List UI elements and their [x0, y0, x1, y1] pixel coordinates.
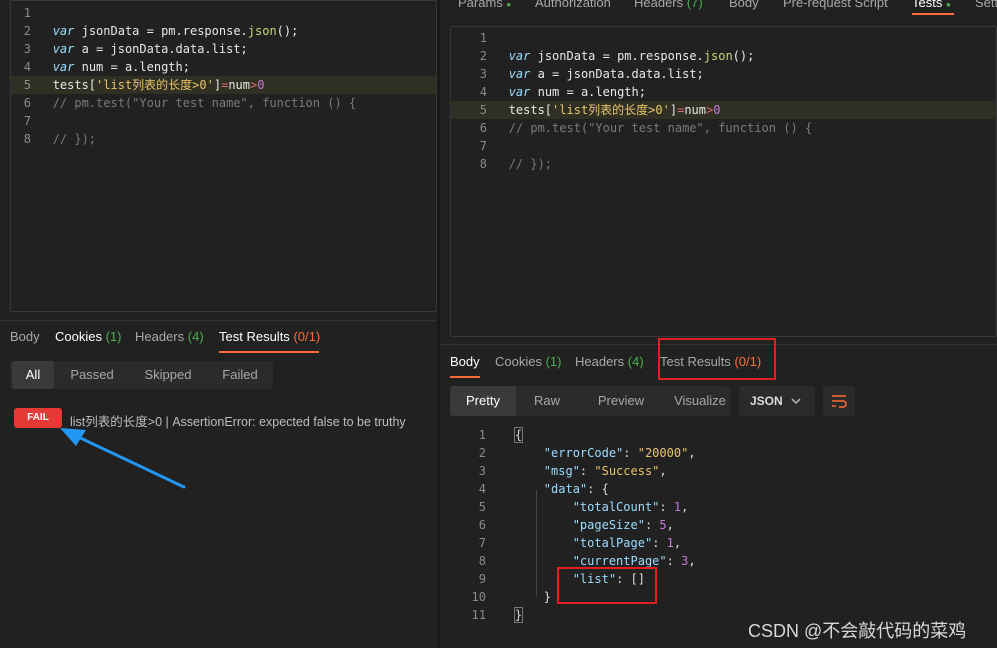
response-json-viewer[interactable]: 1 { 2 "errorCode": "20000", 3 "msg": "Su… [440, 426, 997, 626]
right-pane: Params ● Authorization Headers (7) Body … [440, 0, 997, 648]
filter-failed[interactable]: Failed [214, 361, 266, 389]
tab-params[interactable]: Params ● [458, 0, 511, 10]
tests-tab-underline [912, 13, 954, 15]
code-line-7: 7 [479, 139, 487, 153]
tab-cookies[interactable]: Cookies (1) [55, 329, 121, 344]
view-preview[interactable]: Preview [586, 386, 656, 416]
json-line: 6 "pageSize": 5, [478, 518, 674, 532]
json-line: 4 "data": { [478, 482, 609, 496]
tab-headers[interactable]: Headers (4) [135, 329, 204, 344]
wrap-lines-icon [832, 395, 847, 408]
tab-authorization[interactable]: Authorization [535, 0, 611, 10]
code-line-3: 3 var a = jsonData.data.list; [479, 67, 704, 81]
tab-request-body[interactable]: Body [729, 0, 759, 10]
right-script-editor[interactable]: 1 2 var jsonData = pm.response.json(); 3… [450, 26, 997, 337]
filter-all[interactable]: All [12, 361, 54, 389]
code-line-6: 6 // pm.test("Your test name", function … [23, 96, 357, 110]
code-line-5: 5 tests['list列表的长度>0']=num>0 [451, 101, 996, 119]
code-line-1: 1 [23, 6, 31, 20]
left-pane: 1 2 var jsonData = pm.response.json(); 3… [0, 0, 437, 648]
filter-passed[interactable]: Passed [62, 361, 122, 389]
wrap-lines-button[interactable] [823, 386, 855, 416]
tab-cookies[interactable]: Cookies (1) [495, 354, 561, 369]
annotation-arrow [60, 428, 186, 489]
left-script-editor[interactable]: 1 2 var jsonData = pm.response.json(); 3… [10, 0, 437, 312]
tab-request-headers[interactable]: Headers (7) [634, 0, 703, 10]
annotation-box-test-results [658, 338, 776, 380]
filter-skipped[interactable]: Skipped [136, 361, 200, 389]
annotation-box-list [557, 567, 657, 604]
chevron-down-icon [791, 398, 801, 405]
code-line-8: 8 // }); [23, 132, 97, 146]
code-line-4: 4 var num = a.length; [23, 60, 190, 74]
tab-headers[interactable]: Headers (4) [575, 354, 644, 369]
request-tabs: Params ● Authorization Headers (7) Body … [440, 0, 997, 13]
view-mode-bar: Pretty Raw Preview Visualize [450, 386, 730, 416]
tab-settings[interactable]: Setti [975, 0, 997, 10]
code-line-3: 3 var a = jsonData.data.list; [23, 42, 248, 56]
code-line-1: 1 [479, 31, 487, 45]
view-visualize[interactable]: Visualize [662, 386, 738, 416]
tab-body[interactable]: Body [450, 354, 480, 369]
json-line: 2 "errorCode": "20000", [478, 446, 696, 460]
watermark: CSDN @不会敲代码的菜鸡 [748, 621, 967, 641]
view-pretty[interactable]: Pretty [450, 386, 516, 416]
json-line: 11 } [471, 607, 524, 623]
code-line-5: 5 tests['list列表的长度>0']=num>0 [11, 76, 436, 94]
active-tab-underline [450, 376, 480, 378]
code-line-8: 8 // }); [479, 157, 553, 171]
tab-body[interactable]: Body [10, 329, 40, 344]
json-line: 1 { [478, 427, 524, 443]
tab-test-results[interactable]: Test Results (0/1) [219, 329, 320, 344]
code-line-2: 2 var jsonData = pm.response.json(); [23, 24, 299, 38]
view-raw[interactable]: Raw [522, 386, 572, 416]
code-line-4: 4 var num = a.length; [479, 85, 646, 99]
result-filter-bar: All Passed Skipped Failed [10, 361, 273, 389]
json-line: 5 "totalCount": 1, [478, 500, 689, 514]
json-line: 10 } [471, 590, 552, 604]
tab-pre-request-script[interactable]: Pre-request Script [783, 0, 888, 10]
format-select[interactable]: JSON [739, 386, 815, 416]
left-response-tabs: Body Cookies (1) Headers (4) Test Result… [0, 320, 437, 354]
json-line: 3 "msg": "Success", [478, 464, 667, 478]
tab-tests[interactable]: Tests ● [912, 0, 951, 10]
json-line: 7 "totalPage": 1, [478, 536, 682, 550]
indent-guide [536, 490, 537, 596]
code-line-2: 2 var jsonData = pm.response.json(); [479, 49, 755, 63]
code-line-7: 7 [23, 114, 31, 128]
active-tab-underline [219, 351, 319, 353]
code-line-6: 6 // pm.test("Your test name", function … [479, 121, 813, 135]
format-select-value: JSON [750, 394, 783, 408]
